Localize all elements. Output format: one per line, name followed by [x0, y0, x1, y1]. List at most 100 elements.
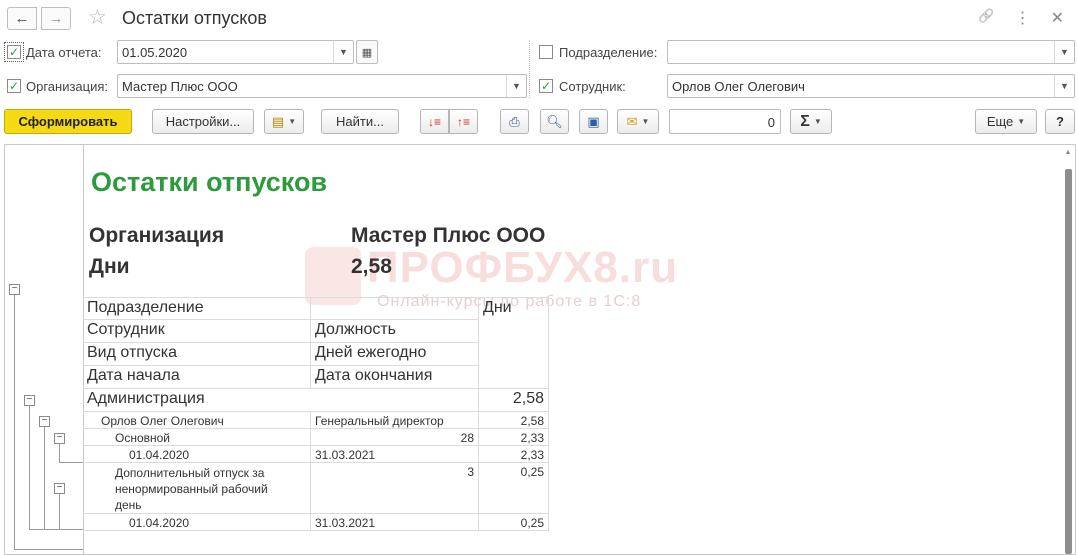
- row-main-end-date[interactable]: 31.03.2021: [311, 446, 479, 463]
- sum-value-field[interactable]: 0: [669, 109, 781, 134]
- header-empty: [311, 297, 479, 320]
- arrow-right-icon: →: [48, 10, 64, 27]
- chevron-down-icon: ▼: [1017, 117, 1026, 126]
- division-field[interactable]: ▼: [667, 40, 1075, 64]
- division-checkbox[interactable]: [539, 45, 553, 59]
- find-button[interactable]: Найти...: [321, 109, 399, 134]
- collapse-employee-icon[interactable]: −: [39, 416, 50, 427]
- header-leave-type: Вид отпуска: [83, 343, 311, 366]
- filter-separator: [529, 40, 530, 98]
- print-preview-icon: 🔍︎: [546, 113, 563, 129]
- more-button-label: Еще: [986, 114, 1014, 129]
- tree-line: [44, 427, 45, 529]
- more-vertical-icon[interactable]: ⋮: [1015, 8, 1031, 28]
- save-disk-icon: ▣: [587, 113, 600, 129]
- chevron-down-icon[interactable]: ▼: [1054, 41, 1074, 63]
- row-employee-name[interactable]: Орлов Олег Олегович: [83, 412, 311, 429]
- window-title: Остатки отпусков: [122, 8, 267, 28]
- row-additional-end-date[interactable]: 31.03.2021: [311, 514, 479, 531]
- close-icon[interactable]: ✕: [1051, 8, 1064, 28]
- report-spreadsheet[interactable]: ▲ ПРОФБУХ8.ru Онлайн-курсы по работе в 1…: [4, 144, 1076, 555]
- report-title: Остатки отпусков: [91, 167, 328, 197]
- link-icon[interactable]: 🔗: [978, 8, 994, 28]
- checkmark-icon: ✓: [8, 45, 20, 59]
- favorite-star-icon[interactable]: ☆: [88, 5, 107, 30]
- scroll-up-icon[interactable]: ▲: [1063, 149, 1073, 156]
- row-main-start-date[interactable]: 01.04.2020: [83, 446, 311, 463]
- report-date-label: Дата отчета:: [26, 45, 102, 60]
- collapse-group-icon[interactable]: −: [9, 284, 20, 295]
- tree-line: [29, 406, 30, 529]
- row-employee-position[interactable]: Генеральный директор: [311, 412, 479, 429]
- back-button[interactable]: ←: [7, 7, 37, 30]
- settings-button[interactable]: Настройки...: [152, 109, 254, 134]
- chevron-down-icon[interactable]: ▼: [1054, 75, 1074, 97]
- sum-dropdown-button[interactable]: Σ ▼: [790, 109, 832, 134]
- chevron-down-icon: ▼: [641, 117, 650, 126]
- sort-ascending-icon: ↑≡: [456, 114, 470, 129]
- row-leave-additional-annual[interactable]: 3: [311, 463, 479, 514]
- vertical-scrollbar[interactable]: ▲: [1063, 147, 1073, 554]
- row-additional-start-date[interactable]: 01.04.2020: [83, 514, 311, 531]
- row-leave-type-additional[interactable]: Дополнительный отпуск за ненормированный…: [83, 463, 311, 514]
- header-division: Подразделение: [83, 297, 311, 320]
- row-leave-main-annual[interactable]: 28: [311, 429, 479, 446]
- sort-descending-icon: ↓≡: [427, 114, 441, 129]
- param-days-label: Дни: [89, 255, 130, 278]
- calendar-button[interactable]: ▦: [356, 40, 378, 64]
- tree-line: [59, 494, 60, 529]
- collapse-leave-main-icon[interactable]: −: [54, 433, 65, 444]
- param-organization-label: Организация: [89, 224, 225, 247]
- help-button[interactable]: ?: [1045, 109, 1075, 134]
- row-main-period-days[interactable]: 2,33: [479, 446, 549, 463]
- chevron-down-icon[interactable]: ▼: [333, 41, 353, 63]
- row-division-days[interactable]: 2,58: [479, 389, 549, 412]
- report-date-value: 01.05.2020: [122, 45, 188, 60]
- tree-line: [59, 462, 83, 463]
- row-leave-main-days[interactable]: 2,33: [479, 429, 549, 446]
- tree-line: [59, 444, 60, 462]
- employee-field[interactable]: Орлов Олег Олегович ▼: [667, 74, 1075, 98]
- envelope-icon: ✉: [626, 113, 638, 129]
- row-leave-additional-days[interactable]: 0,25: [479, 463, 549, 514]
- checkmark-icon: ✓: [8, 79, 20, 93]
- variants-dropdown-button[interactable]: ▤ ▼: [264, 109, 304, 134]
- organization-checkbox[interactable]: ✓: [7, 79, 21, 93]
- sort-ascending-button[interactable]: ↑≡: [449, 109, 478, 134]
- forward-button[interactable]: →: [41, 7, 71, 30]
- report-date-field[interactable]: 01.05.2020 ▼: [117, 40, 354, 64]
- calendar-icon: ▦: [361, 46, 373, 59]
- organization-value: Мастер Плюс ООО: [122, 79, 238, 94]
- chevron-down-icon: ▼: [813, 117, 822, 126]
- tree-line: [14, 295, 15, 549]
- param-organization-value: Мастер Плюс ООО: [351, 224, 546, 247]
- employee-checkbox[interactable]: ✓: [539, 79, 553, 93]
- generate-button[interactable]: Сформировать: [4, 109, 132, 134]
- collapse-division-icon[interactable]: −: [24, 395, 35, 406]
- tree-line: [14, 549, 83, 550]
- clipboard-icon: ▤: [271, 113, 285, 129]
- organization-label: Организация:: [26, 79, 109, 94]
- checkmark-icon: ✓: [540, 79, 552, 93]
- chevron-down-icon: ▼: [288, 117, 297, 126]
- sort-descending-button[interactable]: ↓≡: [420, 109, 449, 134]
- row-employee-days[interactable]: 2,58: [479, 412, 549, 429]
- division-label: Подразделение:: [559, 45, 658, 60]
- print-button[interactable]: ⎙: [500, 109, 529, 134]
- header-annual-days: Дней ежегодно: [311, 343, 479, 366]
- scroll-thumb[interactable]: [1065, 169, 1072, 554]
- sigma-icon: Σ: [800, 112, 810, 130]
- chevron-down-icon[interactable]: ▼: [506, 75, 526, 97]
- employee-label: Сотрудник:: [559, 79, 626, 94]
- row-division-name[interactable]: Администрация: [83, 389, 479, 412]
- organization-field[interactable]: Мастер Плюс ООО ▼: [117, 74, 527, 98]
- row-leave-type-main[interactable]: Основной: [83, 429, 311, 446]
- param-days-value: 2,58: [351, 255, 392, 278]
- row-additional-period-days[interactable]: 0,25: [479, 514, 549, 531]
- send-email-button[interactable]: ✉ ▼: [617, 109, 659, 134]
- preview-button[interactable]: 🔍︎: [540, 109, 569, 134]
- save-button[interactable]: ▣: [579, 109, 608, 134]
- report-date-checkbox[interactable]: ✓: [4, 42, 24, 62]
- collapse-leave-additional-icon[interactable]: −: [54, 483, 65, 494]
- more-button[interactable]: Еще ▼: [975, 109, 1037, 134]
